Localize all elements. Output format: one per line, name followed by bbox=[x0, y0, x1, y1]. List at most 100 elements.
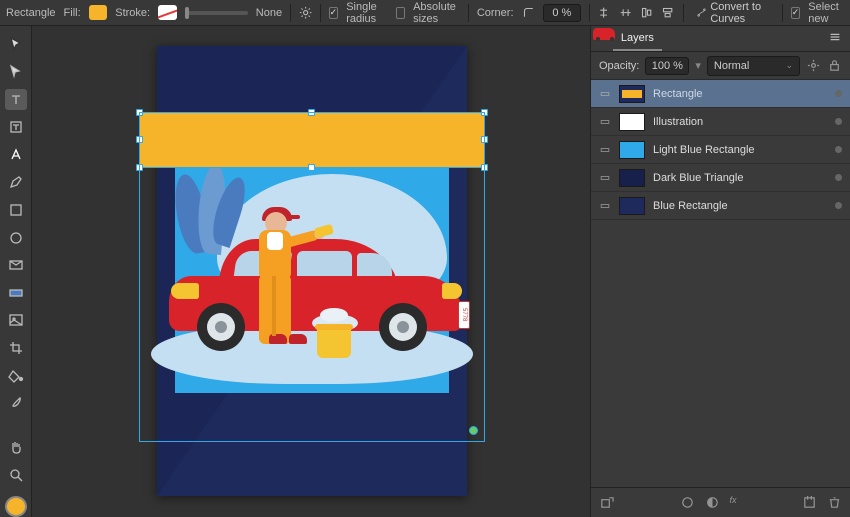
resize-handle[interactable] bbox=[136, 136, 143, 143]
text-tool[interactable] bbox=[5, 89, 27, 110]
separator bbox=[468, 4, 469, 22]
stroke-swatch[interactable] bbox=[158, 5, 177, 20]
layer-thumbnail bbox=[619, 169, 645, 187]
layer-thumbnail bbox=[619, 197, 645, 215]
layer-row[interactable]: Blue Rectangle bbox=[591, 192, 850, 220]
resize-handle[interactable] bbox=[136, 109, 143, 116]
gear-icon bbox=[806, 58, 821, 73]
align-icon bbox=[619, 6, 632, 19]
artboard[interactable]: 5778 bbox=[157, 46, 467, 496]
layer-thumbnail bbox=[619, 141, 645, 159]
brush-tool[interactable] bbox=[5, 393, 27, 414]
curves-icon bbox=[697, 8, 706, 17]
align-button-1[interactable] bbox=[597, 3, 610, 23]
align-button-4[interactable] bbox=[661, 3, 674, 23]
layer-type-icon bbox=[599, 172, 611, 184]
layer-row[interactable]: Dark Blue Triangle bbox=[591, 164, 850, 192]
stroke-width-slider[interactable] bbox=[185, 11, 248, 15]
cursor-icon bbox=[8, 36, 24, 52]
single-radius-checkbox[interactable] bbox=[329, 7, 339, 19]
add-layer-button[interactable] bbox=[599, 495, 614, 510]
convert-curves-label: Convert to Curves bbox=[710, 1, 768, 25]
layer-row[interactable]: Illustration bbox=[591, 108, 850, 136]
frame-text-tool[interactable] bbox=[5, 117, 27, 138]
ellipse-tool[interactable] bbox=[5, 227, 27, 248]
resize-handle[interactable] bbox=[308, 109, 315, 116]
layer-row[interactable]: Light Blue Rectangle bbox=[591, 136, 850, 164]
mask-icon bbox=[680, 495, 695, 510]
fill-swatch[interactable] bbox=[89, 5, 108, 20]
visibility-dot[interactable] bbox=[835, 146, 842, 153]
add-layer-icon bbox=[599, 495, 614, 510]
panel-tabs: ◦ Layers bbox=[591, 26, 850, 52]
visibility-dot[interactable] bbox=[835, 174, 842, 181]
pan-tool[interactable] bbox=[5, 437, 27, 458]
circle-icon bbox=[8, 230, 24, 246]
crop-tool[interactable] bbox=[5, 338, 27, 359]
rotate-handle[interactable] bbox=[469, 426, 478, 435]
convert-curves-button[interactable]: Convert to Curves bbox=[691, 3, 774, 23]
clip-button[interactable] bbox=[802, 495, 817, 510]
separator bbox=[290, 4, 291, 22]
resize-handle[interactable] bbox=[481, 136, 488, 143]
rectangle-tool[interactable] bbox=[5, 200, 27, 221]
opacity-label: Opacity: bbox=[599, 60, 639, 72]
resize-handle[interactable] bbox=[481, 164, 488, 171]
foreground-color[interactable] bbox=[5, 496, 27, 517]
node-tool[interactable] bbox=[5, 62, 27, 83]
resize-handle[interactable] bbox=[481, 109, 488, 116]
layer-settings-button[interactable] bbox=[806, 58, 821, 73]
separator bbox=[782, 4, 783, 22]
opacity-stepper[interactable]: ▾ bbox=[695, 59, 701, 72]
mask-button[interactable] bbox=[680, 495, 695, 510]
visibility-dot[interactable] bbox=[835, 202, 842, 209]
layer-name: Illustration bbox=[653, 116, 827, 128]
tools-panel bbox=[0, 26, 32, 517]
visibility-dot[interactable] bbox=[835, 118, 842, 125]
asset-tool[interactable] bbox=[5, 310, 27, 331]
corner-icon bbox=[522, 6, 535, 19]
layer-name: Blue Rectangle bbox=[653, 200, 827, 212]
align-icon bbox=[661, 6, 674, 19]
adjustment-button[interactable] bbox=[705, 495, 720, 510]
visibility-dot[interactable] bbox=[835, 90, 842, 97]
resize-handle[interactable] bbox=[136, 164, 143, 171]
zoom-tool[interactable] bbox=[5, 465, 27, 486]
tab-layers[interactable]: Layers bbox=[613, 27, 662, 51]
corner-label: Corner: bbox=[477, 7, 514, 19]
gradient-icon bbox=[8, 285, 24, 301]
layer-name: Light Blue Rectangle bbox=[653, 144, 827, 156]
layer-row[interactable]: Rectangle bbox=[591, 80, 850, 108]
artistic-text-tool[interactable] bbox=[5, 144, 27, 165]
align-button-3[interactable] bbox=[640, 3, 653, 23]
settings-button[interactable] bbox=[299, 3, 312, 23]
fx-button[interactable]: fx bbox=[730, 495, 737, 510]
layer-thumbnail bbox=[619, 113, 645, 131]
delete-button[interactable] bbox=[827, 495, 842, 510]
opacity-field[interactable]: 100 % bbox=[645, 57, 689, 75]
corner-value-field[interactable]: 0 % bbox=[543, 4, 581, 22]
gradient-tool[interactable] bbox=[5, 282, 27, 303]
move-tool[interactable] bbox=[5, 34, 27, 55]
select-new-checkbox[interactable] bbox=[791, 7, 801, 19]
absolute-sizes-checkbox[interactable] bbox=[396, 7, 405, 19]
select-new-label: Select new bbox=[808, 1, 844, 25]
corner-type-button[interactable] bbox=[522, 3, 535, 23]
blend-mode-select[interactable]: Normal bbox=[707, 56, 800, 76]
panel-menu-button[interactable] bbox=[828, 30, 842, 47]
selected-rectangle[interactable] bbox=[139, 112, 485, 168]
layer-type-icon bbox=[599, 144, 611, 156]
layer-thumbnail bbox=[619, 85, 645, 103]
canvas[interactable]: 5778 bbox=[32, 26, 540, 517]
fill-tool[interactable] bbox=[5, 365, 27, 386]
align-button-2[interactable] bbox=[619, 3, 632, 23]
image-icon bbox=[8, 312, 24, 328]
bucket-icon bbox=[8, 368, 24, 384]
separator bbox=[683, 4, 684, 22]
context-toolbar: Rectangle Fill: Stroke: None Single radi… bbox=[0, 0, 850, 26]
resize-handle[interactable] bbox=[308, 164, 315, 171]
lock-button[interactable] bbox=[827, 58, 842, 73]
pen-tool[interactable] bbox=[5, 172, 27, 193]
crop-icon bbox=[8, 340, 24, 356]
shape-tool[interactable] bbox=[5, 255, 27, 276]
